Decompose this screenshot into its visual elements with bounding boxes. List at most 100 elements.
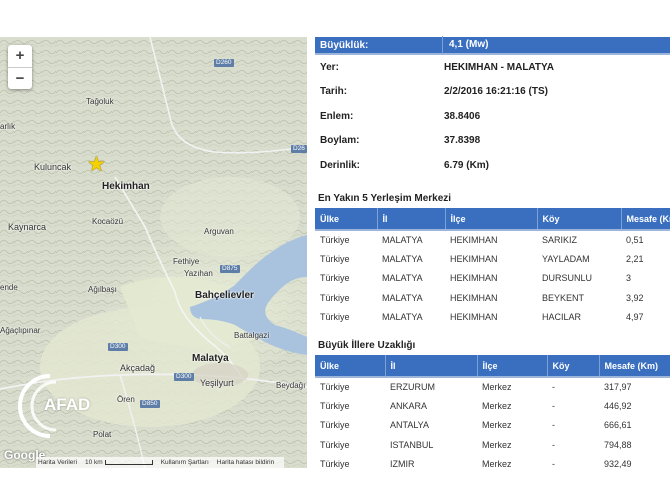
nearest-settlements-table: Ülke İl İlçe Köy Mesafe (Km) Türkiye MAL…	[315, 208, 670, 327]
info-label: Yer:	[320, 61, 339, 73]
place-label-malatya: Malatya	[192, 353, 229, 364]
table-row: Türkiye MALATYA HEKIMHAN SARIKIZ 0,51	[315, 230, 670, 249]
cell-province: ISTANBUL	[385, 435, 477, 455]
cell-province: IZMIR	[390, 459, 415, 470]
cell-village: -	[552, 420, 555, 431]
cell-province: MALATYA	[382, 312, 423, 323]
info-value: 37.8398	[444, 135, 481, 147]
table-row: Türkiye IZMIR Merkez - 932,49	[315, 455, 670, 474]
column-header-village: Köy	[537, 208, 622, 231]
cell-district: HEKIMHAN	[445, 249, 537, 269]
info-label: Derinlik:	[320, 159, 361, 171]
column-header-district: İlçe	[445, 208, 538, 231]
place-label-kocaozu: Kocaözü	[92, 217, 124, 226]
report-error-link[interactable]: Harita hatası bildirin	[217, 459, 274, 466]
cell-distance: 446,92	[599, 396, 670, 416]
zoom-control: + −	[8, 45, 32, 89]
cell-country: Türkiye	[315, 249, 377, 269]
map-attribution: Harita Verileri 10 km Kullanım Şartları Har…	[36, 457, 285, 468]
cell-distance: 317,97	[604, 382, 632, 393]
info-row-magnitude: Büyüklük: 4,1 (Mw)	[315, 36, 670, 55]
cell-province: ANTALYA	[390, 420, 430, 431]
map-data-link[interactable]: Harita Verileri	[38, 459, 77, 466]
place-label-akcadag: Akçadağ	[120, 363, 156, 373]
table-row: Türkiye ANKARA Merkez - 446,92	[315, 396, 670, 416]
place-label-yazihan: Yazıhan	[184, 269, 213, 278]
cell-district: HEKIMHAN	[450, 273, 498, 284]
cell-distance: 666,61	[604, 420, 632, 431]
info-row-longitude: Boylam: 37.8398	[315, 129, 670, 154]
cell-country: Türkiye	[320, 382, 350, 393]
table-header-row: Ülke İl İlçe Köy Mesafe (Km)	[315, 208, 670, 231]
info-row-depth: Derinlik: 6.79 (Km)	[315, 153, 670, 178]
info-row-date: Tarih: 2/2/2016 16:21:16 (TS)	[315, 80, 670, 105]
cell-distance: 2,21	[621, 249, 670, 269]
place-label-tagoluk: Tağoluk	[86, 97, 114, 106]
place-label-agilbasi: Ağılbaşı	[88, 285, 117, 294]
road-shield-d300-east: D300	[174, 373, 194, 381]
table-row: Türkiye ISTANBUL Merkez - 794,88	[315, 435, 670, 455]
column-header-country: Ülke	[315, 208, 378, 231]
afad-logo-text: AFAD	[44, 395, 91, 414]
place-label-bahcelievler: Bahçelievler	[195, 290, 254, 301]
terms-link[interactable]: Kullanım Şartları	[161, 459, 209, 466]
cell-village: DURSUNLU	[542, 273, 593, 284]
place-label-kaynarca: Kaynarca	[8, 222, 47, 232]
column-header-province: İl	[385, 355, 478, 378]
info-row-location: Yer: HEKIMHAN - MALATYA	[315, 55, 670, 80]
table-header-row: Ülke İl İlçe Köy Mesafe (Km)	[315, 355, 670, 378]
info-value: HEKIMHAN - MALATYA	[444, 61, 554, 73]
place-label-hekimhan: Hekimhan	[102, 181, 150, 192]
zoom-out-button[interactable]: −	[8, 67, 32, 89]
place-label-arguvan: Arguvan	[204, 227, 234, 236]
cell-district: Merkez	[482, 459, 512, 470]
cell-village: HACILAR	[542, 312, 582, 323]
cell-country: Türkiye	[315, 288, 377, 308]
cell-district: Merkez	[482, 382, 512, 393]
info-value: 4,1 (Mw)	[442, 36, 670, 54]
cell-distance: 4,97	[626, 312, 644, 323]
place-label-oren: Ören	[117, 395, 135, 404]
road-shield-d260: D260	[214, 59, 234, 67]
cell-district: Merkez	[482, 420, 512, 431]
cell-country: Türkiye	[320, 420, 350, 431]
cell-province: MALATYA	[377, 288, 445, 308]
nearest-settlements-title: En Yakın 5 Yerleşim Merkezi	[318, 193, 452, 204]
place-label-beydagi: Beydağı	[276, 381, 306, 390]
table-row: Türkiye MALATYA HEKIMHAN HACILAR 4,97	[315, 308, 670, 327]
column-header-distance: Mesafe (Km)	[621, 208, 670, 231]
cell-village: -	[547, 435, 599, 455]
earthquake-map[interactable]: + − Tağoluk arlık Kuluncak Hekimhan Kayn…	[0, 37, 307, 468]
table-row: Türkiye MALATYA HEKIMHAN DURSUNLU 3	[315, 269, 670, 288]
info-label: Boylam:	[320, 135, 360, 147]
info-label: Büyüklük:	[320, 39, 369, 51]
place-label-arlik: arlık	[0, 122, 16, 131]
cell-village: SARIKIZ	[542, 235, 578, 246]
info-label: Enlem:	[320, 110, 354, 122]
epicenter-star-icon[interactable]: ★	[87, 154, 106, 175]
cell-district: HEKIMHAN	[450, 235, 498, 246]
info-value: 6.79 (Km)	[444, 159, 490, 171]
column-header-distance: Mesafe (Km)	[599, 355, 670, 378]
scale-bar	[104, 459, 153, 465]
cell-country: Türkiye	[315, 396, 385, 416]
table-row: Türkiye MALATYA HEKIMHAN BEYKENT 3,92	[315, 288, 670, 308]
cell-distance: 3,92	[621, 288, 670, 308]
place-label-fethiye: Fethiye	[173, 257, 200, 266]
column-header-province: İl	[377, 208, 446, 231]
info-value: 2/2/2016 16:21:16 (TS)	[444, 86, 548, 98]
road-shield-d875: D875	[220, 265, 240, 273]
road-shield-d26: D26	[291, 145, 307, 153]
cell-district: HEKIMHAN	[445, 288, 537, 308]
cell-province: MALATYA	[382, 273, 423, 284]
zoom-in-button[interactable]: +	[8, 45, 32, 67]
info-value: 38.8406	[444, 110, 481, 122]
cell-province: MALATYA	[382, 235, 423, 246]
cell-district: Merkez	[477, 396, 547, 416]
cell-country: Türkiye	[320, 459, 350, 470]
place-label-yesilyurt: Yeşilyurt	[200, 378, 234, 388]
cell-village: -	[552, 382, 555, 393]
cell-distance: 0,51	[626, 235, 644, 246]
place-label-kuluncak: Kuluncak	[34, 162, 72, 172]
place-label-ende: ende	[0, 283, 18, 292]
